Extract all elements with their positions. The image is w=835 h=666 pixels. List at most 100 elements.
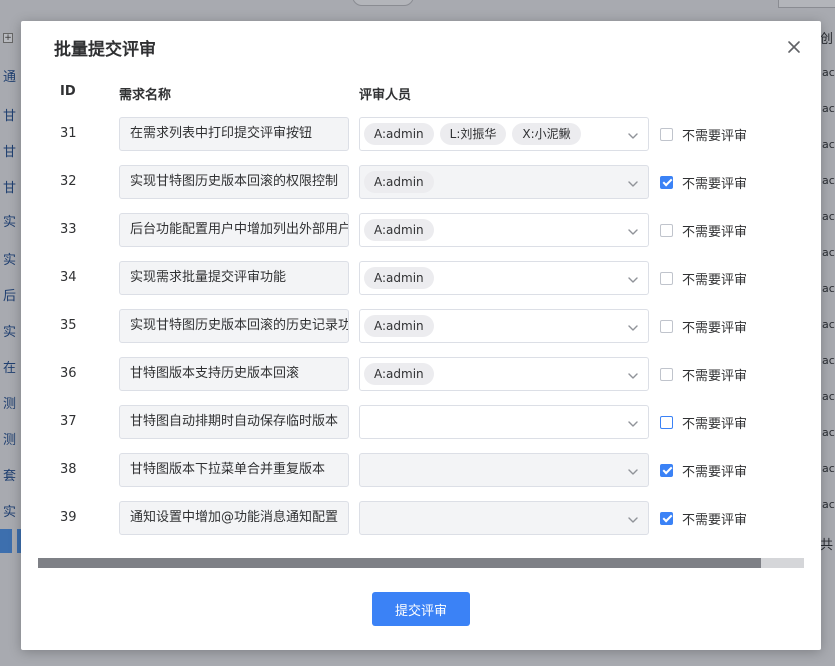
chevron-down-icon xyxy=(626,512,640,526)
background-left-item: 在 xyxy=(3,361,17,376)
reviewer-tags: A:admin xyxy=(364,267,434,289)
no-review-checkbox[interactable] xyxy=(660,415,673,429)
no-review-label: 不需要评审 xyxy=(682,128,748,144)
chevron-down-icon xyxy=(626,416,640,430)
row-id: 35 xyxy=(60,318,77,333)
chevron-down-icon xyxy=(626,272,640,286)
reviewer-select[interactable]: A:admin xyxy=(359,261,649,295)
requirement-name-field: 在需求列表中打印提交评审按钮 xyxy=(119,117,349,151)
requirement-name-field: 甘特图版本支持历史版本回滚 xyxy=(119,357,349,391)
background-right-item: ac xyxy=(822,354,835,367)
requirement-name-field: 甘特图自动排期时自动保存临时版本 xyxy=(119,405,349,439)
no-review-checkbox-wrapper[interactable]: 不需要评审 xyxy=(660,453,747,487)
reviewer-tag: L:刘振华 xyxy=(439,123,507,145)
requirement-name-field: 实现甘特图历史版本回滚的权限控制 xyxy=(119,165,349,199)
no-review-label: 不需要评审 xyxy=(682,272,748,288)
no-review-checkbox[interactable] xyxy=(660,319,673,333)
reviewer-select[interactable] xyxy=(359,405,649,439)
background-left-item: 通 xyxy=(3,70,17,85)
background-top-right-control xyxy=(778,0,835,8)
no-review-label: 不需要评审 xyxy=(682,512,748,528)
background-left-item: 后 xyxy=(3,289,17,304)
reviewer-tag: A:admin xyxy=(364,219,434,241)
submit-review-button[interactable]: 提交评审 xyxy=(372,592,470,626)
row-id: 34 xyxy=(60,270,77,285)
requirement-name-field: 甘特图版本下拉菜单合并重复版本 xyxy=(119,453,349,487)
no-review-checkbox-wrapper[interactable]: 不需要评审 xyxy=(660,261,747,295)
no-review-checkbox[interactable] xyxy=(660,511,673,525)
background-right-item: ac xyxy=(822,462,835,475)
chevron-down-icon xyxy=(626,368,640,382)
requirement-name-field: 后台功能配置用户中增加列出外部用户 xyxy=(119,213,349,247)
row-id: 36 xyxy=(60,366,77,381)
review-row: 34 实现需求批量提交评审功能 A:admin 不需要评审 xyxy=(21,261,821,295)
row-id: 32 xyxy=(60,174,77,189)
background-right-item: ac xyxy=(822,426,835,439)
batch-review-dialog: 批量提交评审 ID 需求名称 评审人员 31 在需求列表中打印提交评审按钮 A:ad… xyxy=(21,21,821,650)
background-right-item: ac xyxy=(822,138,835,151)
reviewer-select[interactable]: A:admin L:刘振华 X:小泥鳅 xyxy=(359,117,649,151)
chevron-down-icon xyxy=(626,320,640,334)
scrollbar-thumb[interactable] xyxy=(38,558,761,568)
reviewer-select xyxy=(359,453,649,487)
review-row: 32 实现甘特图历史版本回滚的权限控制 A:admin 不需要评审 xyxy=(21,165,821,199)
background-blue-button xyxy=(0,529,12,553)
background-left-item: 测 xyxy=(3,433,17,448)
close-icon[interactable] xyxy=(785,38,803,56)
reviewer-tags: A:admin L:刘振华 X:小泥鳅 xyxy=(364,123,581,145)
background-right-item: ac xyxy=(822,390,835,403)
row-id: 33 xyxy=(60,222,77,237)
background-left-item: 实 xyxy=(3,215,17,230)
chevron-down-icon xyxy=(626,128,640,142)
background-right-item: ac xyxy=(822,282,835,295)
no-review-checkbox[interactable] xyxy=(660,175,673,189)
background-header-text: 创 xyxy=(820,32,834,47)
reviewer-select[interactable]: A:admin xyxy=(359,309,649,343)
review-row: 37 甘特图自动排期时自动保存临时版本 不需要评审 xyxy=(21,405,821,439)
background-left-item: 实 xyxy=(3,253,17,268)
no-review-checkbox-wrapper[interactable]: 不需要评审 xyxy=(660,309,747,343)
no-review-checkbox-wrapper[interactable]: 不需要评审 xyxy=(660,165,747,199)
reviewer-tag: A:admin xyxy=(364,171,434,193)
no-review-checkbox[interactable] xyxy=(660,463,673,477)
no-review-checkbox[interactable] xyxy=(660,367,673,381)
no-review-checkbox[interactable] xyxy=(660,127,673,141)
reviewer-tags: A:admin xyxy=(364,171,434,193)
background-left-item: 套 xyxy=(3,469,17,484)
chevron-down-icon xyxy=(626,176,640,190)
background-right-item: ac xyxy=(822,210,835,223)
row-id: 38 xyxy=(60,462,77,477)
background-right-item: ac xyxy=(822,498,835,511)
no-review-checkbox[interactable] xyxy=(660,223,673,237)
horizontal-scrollbar[interactable] xyxy=(38,558,804,568)
reviewer-select xyxy=(359,501,649,535)
reviewer-tag: A:admin xyxy=(364,363,434,385)
review-row: 39 通知设置中增加@功能消息通知配置 不需要评审 xyxy=(21,501,821,535)
no-review-checkbox-wrapper[interactable]: 不需要评审 xyxy=(660,501,747,535)
reviewer-select[interactable]: A:admin xyxy=(359,213,649,247)
no-review-checkbox-wrapper[interactable]: 不需要评审 xyxy=(660,117,747,151)
no-review-checkbox-wrapper[interactable]: 不需要评审 xyxy=(660,405,747,439)
reviewer-select: A:admin xyxy=(359,165,649,199)
no-review-checkbox-wrapper[interactable]: 不需要评审 xyxy=(660,213,747,247)
requirement-name-field: 实现甘特图历史版本回滚的历史记录功能 xyxy=(119,309,349,343)
no-review-label: 不需要评审 xyxy=(682,224,748,240)
no-review-label: 不需要评审 xyxy=(682,464,748,480)
reviewer-tag: A:admin xyxy=(364,123,434,145)
background-left-item: 甘 xyxy=(3,181,17,196)
background-left-item: 甘 xyxy=(3,145,17,160)
no-review-checkbox-wrapper[interactable]: 不需要评审 xyxy=(660,357,747,391)
no-review-checkbox[interactable] xyxy=(660,271,673,285)
row-id: 39 xyxy=(60,510,77,525)
review-row: 38 甘特图版本下拉菜单合并重复版本 不需要评审 xyxy=(21,453,821,487)
requirement-name-field: 通知设置中增加@功能消息通知配置 xyxy=(119,501,349,535)
reviewer-tag: X:小泥鳅 xyxy=(512,123,581,145)
dialog-title: 批量提交评审 xyxy=(54,40,156,60)
reviewer-select[interactable]: A:admin xyxy=(359,357,649,391)
background-expand-icon: + xyxy=(3,33,13,43)
column-header-reviewer: 评审人员 xyxy=(359,88,412,103)
row-id: 37 xyxy=(60,414,77,429)
background-right-item: ac xyxy=(822,66,835,79)
background-left-item: 实 xyxy=(3,325,17,340)
column-header-name: 需求名称 xyxy=(119,88,172,103)
